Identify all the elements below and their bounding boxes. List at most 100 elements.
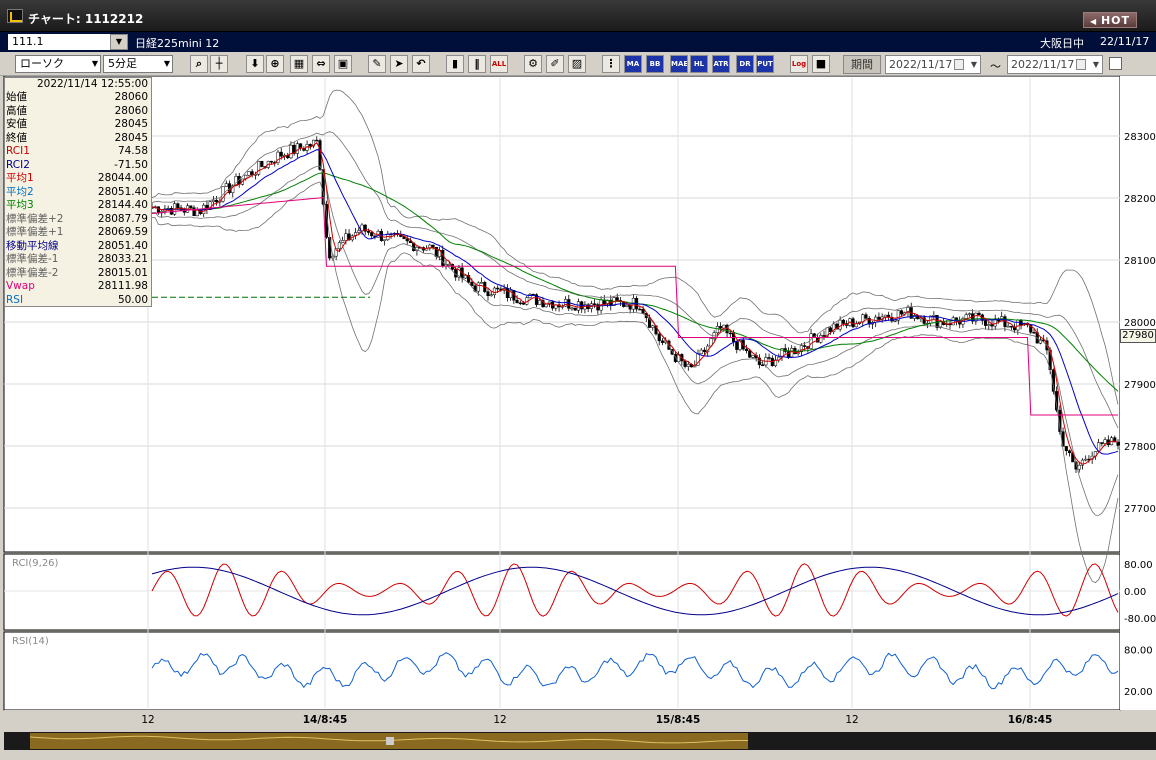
rci-axis-label: 80.00 bbox=[1124, 560, 1153, 571]
info-value: 28144.40 bbox=[97, 199, 148, 211]
candle bbox=[1016, 319, 1020, 331]
toolbar-bb-button[interactable]: BB bbox=[646, 55, 664, 73]
toolbar-search-button[interactable]: ⌕ bbox=[190, 55, 208, 73]
symbol-code-input[interactable]: 111.1 bbox=[8, 34, 110, 50]
toolbar-cursor-button[interactable]: ➤ bbox=[390, 55, 408, 73]
candle bbox=[486, 291, 490, 297]
candle bbox=[593, 303, 597, 305]
edit-icon: ✐ bbox=[550, 57, 560, 70]
info-row: 高値 28060 bbox=[5, 105, 151, 119]
candle bbox=[657, 333, 661, 342]
toolbar-zoom-button[interactable]: ⊕ bbox=[266, 55, 284, 73]
toolbar-draw-button[interactable]: ✎ bbox=[368, 55, 386, 73]
info-label: 平均3 bbox=[6, 199, 34, 211]
chart-window: チャート: 1112212 HOT 111.1 ▼ 日経225mini 12 大… bbox=[0, 0, 1156, 760]
toolbar-export-button[interactable]: ■ bbox=[812, 55, 830, 73]
toolbar-chart-button[interactable]: ▦ bbox=[290, 55, 308, 73]
candle bbox=[932, 315, 936, 317]
candle bbox=[683, 360, 687, 367]
price-axis-label: 27900 bbox=[1124, 380, 1156, 391]
toolbar-color-button[interactable]: ▨ bbox=[568, 55, 586, 73]
chart-type-select[interactable]: ローソク ▼ bbox=[15, 55, 101, 73]
toolbar-edit-button[interactable]: ✐ bbox=[546, 55, 564, 73]
candle bbox=[215, 199, 219, 203]
info-row: 平均1 28044.00 bbox=[5, 172, 151, 186]
candle bbox=[295, 143, 299, 154]
toolbar-atr-button[interactable]: ATR bbox=[712, 55, 730, 73]
toolbar-down-button[interactable]: ⬇ bbox=[246, 55, 264, 73]
toolbar-undo-button[interactable]: ↶ bbox=[412, 55, 430, 73]
hot-button[interactable]: HOT bbox=[1083, 12, 1137, 28]
toolbar-bars-button[interactable]: ‖ bbox=[468, 55, 486, 73]
info-value: 28045 bbox=[114, 118, 148, 130]
info-label: 平均1 bbox=[6, 172, 34, 184]
candle bbox=[518, 302, 522, 305]
candle bbox=[279, 151, 283, 157]
toolbar-all-button[interactable]: ALL bbox=[490, 55, 508, 73]
symbol-dropdown-button[interactable]: ▼ bbox=[110, 34, 128, 50]
undo-icon: ↶ bbox=[416, 57, 426, 70]
draw-icon: ✎ bbox=[372, 57, 382, 70]
candle bbox=[809, 333, 813, 349]
candle bbox=[748, 350, 752, 358]
candle bbox=[987, 324, 991, 326]
toolbar-ma-button[interactable]: MA bbox=[624, 55, 642, 73]
price-axis-label: 27800 bbox=[1124, 442, 1156, 453]
toolbar-hl-button[interactable]: HL bbox=[690, 55, 708, 73]
info-row: RSI 50.00 bbox=[5, 294, 151, 308]
candle bbox=[492, 287, 497, 296]
toolbar-jump-button[interactable]: ⋮ bbox=[602, 55, 620, 73]
candle bbox=[1032, 332, 1036, 334]
bars-icon: ‖ bbox=[474, 57, 480, 70]
period-button[interactable]: 期間 bbox=[843, 55, 881, 74]
info-label: Vwap bbox=[6, 280, 35, 292]
toolbar-mae-button[interactable]: MAE bbox=[670, 55, 688, 73]
toolbar-settings-button[interactable]: ⚙ bbox=[524, 55, 542, 73]
info-row: 平均2 28051.40 bbox=[5, 186, 151, 200]
rci-axis-label: 0.00 bbox=[1124, 587, 1146, 598]
candle bbox=[660, 340, 665, 343]
range-checkbox[interactable] bbox=[1109, 57, 1122, 70]
export-icon: ■ bbox=[815, 57, 827, 70]
info-row: RCI1 74.58 bbox=[5, 145, 151, 159]
info-value: 28060 bbox=[114, 104, 148, 117]
candle bbox=[967, 313, 971, 315]
toolbar-put-button[interactable]: PUT bbox=[756, 55, 774, 73]
calendar-icon bbox=[954, 59, 964, 70]
candle bbox=[515, 299, 519, 304]
date-from-field[interactable]: 2022/11/17 ▼ bbox=[885, 55, 981, 74]
toolbar-candle-button[interactable]: ▮ bbox=[446, 55, 464, 73]
candle bbox=[269, 160, 274, 163]
candle bbox=[573, 307, 577, 311]
candle bbox=[735, 341, 739, 350]
info-row: 標準偏差-2 28015.01 bbox=[5, 267, 151, 281]
search-icon: ⌕ bbox=[195, 57, 203, 70]
info-label: 始値 bbox=[6, 91, 27, 103]
info-row: 平均3 28144.40 bbox=[5, 199, 151, 213]
session-label: 大阪日中 bbox=[1040, 37, 1084, 50]
candle bbox=[1009, 325, 1013, 328]
candle bbox=[476, 282, 480, 292]
session-date: 22/11/17 bbox=[1100, 35, 1150, 48]
toolbar-dr-button[interactable]: DR bbox=[736, 55, 754, 73]
candle bbox=[638, 308, 642, 311]
interval-select[interactable]: 5分足 ▼ bbox=[103, 55, 173, 73]
candle bbox=[357, 230, 361, 233]
info-value: 28060 bbox=[114, 91, 148, 103]
status-strip bbox=[4, 750, 1156, 760]
price-chart-canvas[interactable]: 28300 28200 28100 28000 27900 27800 27700 RCI(9… bbox=[0, 76, 1156, 760]
date-to-field[interactable]: 2022/11/17 ▼ bbox=[1007, 55, 1103, 74]
toolbar-log-button[interactable]: Log bbox=[790, 55, 808, 73]
candle bbox=[641, 309, 645, 314]
info-value: 28069.59 bbox=[97, 226, 148, 238]
info-value: 74.58 bbox=[117, 145, 148, 157]
candle bbox=[405, 238, 409, 242]
toolbar-arrows-button[interactable]: ⇔ bbox=[312, 55, 330, 73]
toolbar-crosshair-button[interactable]: ┼ bbox=[210, 55, 228, 73]
chart-area[interactable]: 28300 28200 28100 28000 27900 27800 27700 RCI(9… bbox=[0, 76, 1156, 760]
toolbar-lock-button[interactable]: ▣ bbox=[334, 55, 352, 73]
info-row: 終値 28045 bbox=[5, 132, 151, 146]
info-label: 標準偏差+1 bbox=[6, 226, 64, 238]
time-axis-label: 12 bbox=[141, 714, 154, 726]
chevron-down-icon: ▼ bbox=[91, 59, 98, 68]
